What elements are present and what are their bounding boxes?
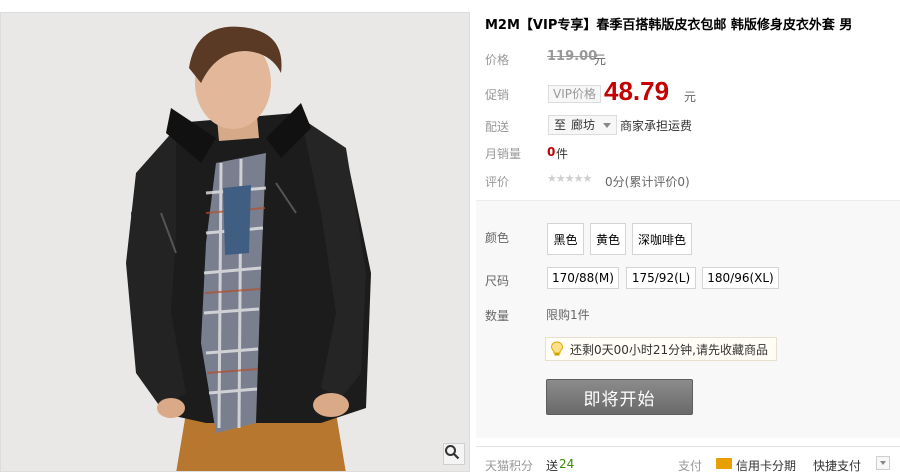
sales-count: 0	[547, 145, 556, 159]
product-title: M2M【VIP专享】春季百搭韩版皮衣包邮 韩版修身皮衣外套 男	[485, 18, 853, 33]
divider	[476, 446, 900, 447]
original-price: 119.00	[547, 49, 598, 64]
lightbulb-icon	[550, 341, 564, 356]
sales-unit: 件	[556, 147, 569, 161]
color-option-dark-brown[interactable]: 深咖啡色	[632, 223, 692, 255]
color-option-yellow[interactable]: 黄色	[590, 223, 626, 255]
purchase-limit: 限购1件	[546, 308, 590, 322]
zoom-button[interactable]	[443, 443, 465, 465]
payment-label: 支付	[678, 459, 703, 472]
price-unit: 元	[594, 53, 607, 67]
size-option-m[interactable]: 170/88(M)	[547, 267, 619, 289]
size-option-l[interactable]: 175/92(L)	[626, 267, 696, 289]
price-label: 价格	[485, 53, 510, 67]
credit-installment[interactable]: 信用卡分期	[736, 457, 796, 472]
points-prefix: 送	[546, 459, 559, 472]
vip-price-tag: VIP价格	[548, 85, 601, 103]
promo-label: 促销	[485, 88, 510, 102]
color-label: 颜色	[485, 231, 510, 245]
shipping-prefix: 至	[554, 118, 567, 132]
points-label: 天猫积分	[485, 459, 534, 472]
magnifier-icon	[445, 445, 460, 460]
color-option-black[interactable]: 黑色	[547, 223, 584, 255]
promo-price: 48.79	[604, 76, 670, 106]
quantity-label: 数量	[485, 309, 510, 323]
quick-pay[interactable]: 快捷支付	[813, 457, 861, 472]
shipping-label: 配送	[485, 120, 510, 134]
rating-stars-icon: ★★★★★	[547, 172, 592, 185]
countdown-text: 还剩0天00小时21分钟,请先收藏商品	[570, 342, 768, 357]
review-summary[interactable]: 0分(累计评价0)	[605, 173, 690, 190]
countdown-tip: 还剩0天00小时21分钟,请先收藏商品	[545, 337, 777, 361]
coming-soon-button[interactable]: 即将开始	[546, 379, 693, 415]
chevron-down-icon	[880, 461, 886, 465]
points-value: 24	[559, 457, 575, 471]
chevron-down-icon	[603, 122, 612, 128]
review-label: 评价	[485, 175, 510, 189]
size-label: 尺码	[485, 274, 510, 288]
shipping-note: 商家承担运费	[620, 119, 693, 133]
credit-card-icon	[716, 458, 732, 469]
product-image[interactable]	[0, 12, 470, 472]
product-photo	[1, 13, 469, 471]
promo-unit: 元	[684, 90, 697, 104]
sales-label: 月销量	[485, 147, 522, 161]
shipping-location: 廊坊	[571, 118, 596, 132]
payment-more-button[interactable]	[876, 456, 890, 470]
shipping-location-select[interactable]: 至 廊坊	[548, 115, 618, 135]
size-option-xl[interactable]: 180/96(XL)	[702, 267, 779, 289]
